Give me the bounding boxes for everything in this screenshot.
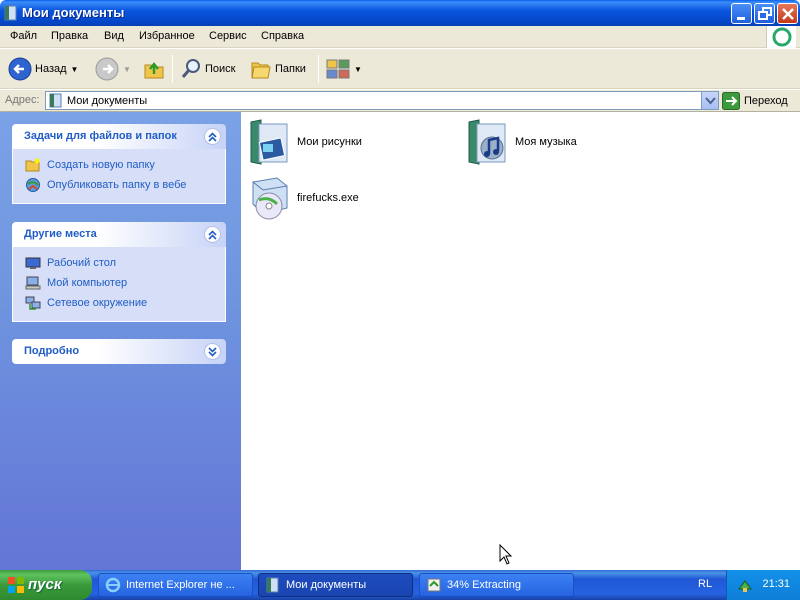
back-dropdown-icon[interactable]: ▼ <box>71 65 79 74</box>
menu-favorites[interactable]: Избранное <box>139 30 195 42</box>
file-item-my-pictures[interactable]: Мои рисунки <box>247 118 362 166</box>
system-tray: 21:31 <box>726 570 800 600</box>
restore-button[interactable] <box>754 3 775 24</box>
taskbar: пуск Internet Explorer не ... Мои докуме… <box>0 570 800 600</box>
file-tasks-header[interactable]: Задачи для файлов и папок <box>12 124 226 149</box>
network-places-link[interactable]: Сетевое окружение <box>25 293 225 313</box>
menu-view[interactable]: Вид <box>104 30 124 42</box>
address-value: Мои документы <box>67 95 148 107</box>
window-title: Мои документы <box>22 5 125 20</box>
taskbar-item-ie[interactable]: Internet Explorer не ... <box>98 573 253 597</box>
pictures-folder-icon <box>250 119 288 165</box>
computer-icon <box>25 276 41 290</box>
clock[interactable]: 21:31 <box>762 578 790 590</box>
views-dropdown-icon[interactable]: ▼ <box>354 65 362 74</box>
menu-bar: Файл Правка Вид Избранное Сервис Справка <box>0 26 800 48</box>
menu-edit[interactable]: Правка <box>51 30 88 42</box>
address-dropdown-button[interactable] <box>701 92 718 109</box>
publish-folder-task[interactable]: Опубликовать папку в вебе <box>25 175 225 195</box>
menu-tools[interactable]: Сервис <box>209 30 247 42</box>
toolbar-separator <box>318 55 319 83</box>
mouse-cursor-icon <box>499 544 513 565</box>
network-icon <box>25 296 41 310</box>
chevron-down-icon <box>705 97 716 105</box>
minimize-icon <box>737 17 745 20</box>
back-arrow-icon <box>8 57 32 81</box>
search-button[interactable]: Поиск <box>180 54 235 84</box>
toolbar-separator <box>172 55 173 83</box>
go-arrow-icon <box>722 91 740 110</box>
folder-icon <box>266 577 279 593</box>
my-computer-link[interactable]: Мой компьютер <box>25 273 225 293</box>
folder-icon <box>4 5 17 21</box>
back-button[interactable]: Назад ▼ <box>8 54 78 84</box>
address-label: Адрес: <box>5 94 40 106</box>
collapse-icon[interactable] <box>204 128 221 145</box>
installer-icon <box>252 177 288 220</box>
details-header[interactable]: Подробно <box>12 339 226 364</box>
file-item-my-music[interactable]: Моя музыка <box>465 118 577 166</box>
start-button[interactable]: пуск <box>0 570 92 600</box>
windows-logo-icon <box>766 26 796 48</box>
ie-icon <box>105 577 121 593</box>
taskbar-item-my-documents[interactable]: Мои документы <box>258 573 413 597</box>
file-tasks-panel: Задачи для файлов и папок Создать новую … <box>12 124 226 204</box>
publish-web-icon <box>26 178 40 192</box>
up-folder-button[interactable] <box>143 54 165 84</box>
music-folder-icon <box>468 119 506 165</box>
forward-arrow-icon <box>95 57 119 81</box>
folders-button[interactable]: Папки <box>250 54 306 84</box>
new-folder-task[interactable]: Создать новую папку <box>25 155 225 175</box>
close-button[interactable] <box>777 3 798 24</box>
toolbar: Назад ▼ ▼ Поиск Папки ▼ <box>0 49 800 89</box>
windows-flag-icon <box>8 577 24 593</box>
close-icon <box>782 8 794 20</box>
expand-icon[interactable] <box>204 343 221 360</box>
file-list[interactable]: Мои рисунки Моя музыка firefucks.exe <box>241 112 800 570</box>
extract-icon <box>427 578 441 592</box>
file-item-installer[interactable]: firefucks.exe <box>247 174 359 222</box>
other-places-header[interactable]: Другие места <box>12 222 226 247</box>
address-bar: Адрес: Мои документы Переход <box>0 90 800 112</box>
views-icon <box>326 59 350 79</box>
views-button[interactable]: ▼ <box>326 54 362 84</box>
documents-folder-icon <box>49 93 62 108</box>
language-indicator[interactable]: RL <box>698 578 712 590</box>
forward-button[interactable]: ▼ <box>95 54 131 84</box>
address-field[interactable]: Мои документы <box>45 91 719 110</box>
desktop-icon <box>25 257 41 269</box>
menu-file[interactable]: Файл <box>10 30 37 42</box>
task-pane: Задачи для файлов и папок Создать новую … <box>0 112 241 570</box>
details-panel: Подробно <box>12 339 226 364</box>
up-folder-icon <box>144 62 164 79</box>
window-titlebar[interactable]: Мои документы <box>0 0 800 26</box>
forward-dropdown-icon: ▼ <box>123 64 131 74</box>
desktop-link[interactable]: Рабочий стол <box>25 253 225 273</box>
go-button[interactable]: Переход <box>722 91 788 110</box>
minimize-button[interactable] <box>731 3 752 24</box>
folders-icon <box>251 62 271 79</box>
restore-icon <box>758 7 772 20</box>
search-icon <box>181 59 200 78</box>
menu-help[interactable]: Справка <box>261 30 304 42</box>
other-places-panel: Другие места Рабочий стол Мой компьютер <box>12 222 226 322</box>
collapse-icon[interactable] <box>204 226 221 243</box>
taskbar-item-extracting[interactable]: 34% Extracting <box>419 573 574 597</box>
tray-app-icon[interactable] <box>737 577 753 593</box>
new-folder-icon <box>25 158 40 172</box>
